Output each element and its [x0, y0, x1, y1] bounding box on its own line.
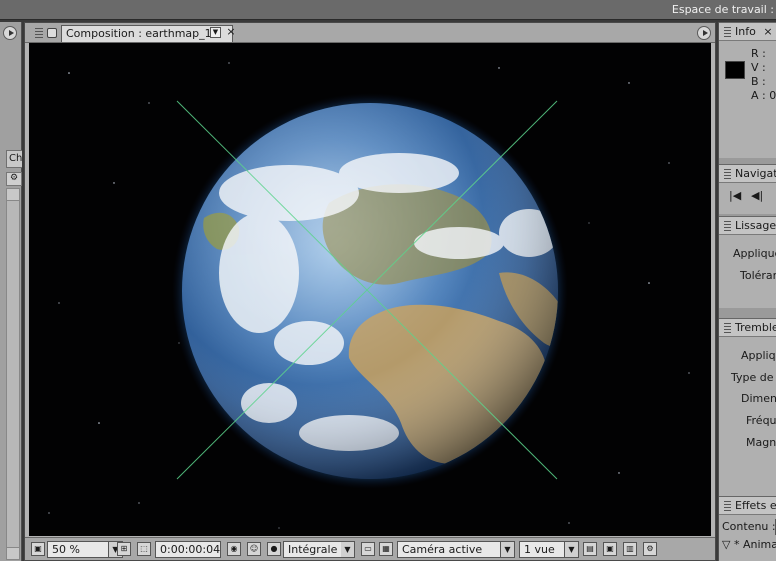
- composition-tab[interactable]: Composition : earthmap_1k: [61, 25, 233, 42]
- tremble-panel: Tremble Appliqu Type de b Dimens Fréqu M…: [719, 318, 776, 496]
- grip-icon[interactable]: [724, 169, 731, 179]
- lissage-title: Lissage: [735, 219, 776, 232]
- timecode-field[interactable]: 0:00:00:04: [155, 541, 221, 558]
- pixel-aspect-icon[interactable]: ▤: [583, 542, 597, 556]
- scroll-up-icon[interactable]: [7, 189, 19, 201]
- effects-animation-item[interactable]: ▽ * Animati: [722, 538, 776, 551]
- effects-title: Effets et: [735, 499, 776, 512]
- composition-tab-row: Composition : earthmap_1k ▼ ×: [25, 23, 715, 43]
- grip-icon[interactable]: [724, 27, 731, 37]
- previous-frame-icon[interactable]: ◀|: [751, 189, 763, 202]
- timeline-icon[interactable]: ▥: [623, 542, 637, 556]
- composition-panel: Composition : earthmap_1k ▼ × ▣ 50 % ▼ ⊞…: [24, 22, 716, 561]
- effects-panel: Effets et Contenu : ▽ * Animati: [719, 496, 776, 561]
- zoom-select[interactable]: 50 %: [47, 541, 109, 558]
- grip-icon[interactable]: [724, 323, 731, 333]
- scroll-down-icon[interactable]: [7, 547, 19, 559]
- left-scrollbar[interactable]: [6, 188, 20, 560]
- magnification-icon[interactable]: ▣: [31, 542, 45, 556]
- lissage-panel-header[interactable]: Lissage: [719, 217, 776, 235]
- first-frame-icon[interactable]: |◀: [729, 189, 741, 202]
- tremble-frequency-label: Fréqu: [746, 414, 776, 427]
- flowchart-view-icon[interactable]: ⚙: [643, 542, 657, 556]
- effects-panel-header[interactable]: Effets et: [719, 497, 776, 515]
- lissage-apply-label: Applique: [733, 247, 776, 260]
- top-bar: Espace de travail :: [0, 0, 776, 20]
- close-icon[interactable]: ×: [763, 25, 772, 38]
- effects-content-label: Contenu :: [722, 520, 776, 533]
- lissage-panel: Lissage Applique Toléran: [719, 216, 776, 308]
- grip-icon[interactable]: [35, 28, 43, 38]
- lissage-tolerance-label: Toléran: [740, 269, 776, 282]
- viewer-toolbar: ▣ 50 % ▼ ⊞ ⬚ 0:00:00:04 ◉ ☺ ● Intégrale …: [25, 537, 715, 560]
- tremble-magnitude-label: Magni: [746, 436, 776, 449]
- panel-menu-icon[interactable]: [697, 26, 711, 40]
- fast-preview-icon[interactable]: ▣: [603, 542, 617, 556]
- tremble-type-label: Type de b: [731, 371, 776, 384]
- navigation-title: Navigati: [735, 167, 776, 180]
- tremble-dimensions-label: Dimens: [741, 392, 776, 405]
- info-title: Info: [735, 25, 756, 38]
- snapshot-icon[interactable]: ◉: [227, 542, 241, 556]
- composition-dropdown-icon[interactable]: ▼: [210, 27, 221, 38]
- tremble-title: Tremble: [735, 321, 776, 334]
- camera-select[interactable]: Caméra active: [397, 541, 501, 558]
- safe-zones-icon[interactable]: ⊞: [117, 542, 131, 556]
- tremble-panel-header[interactable]: Tremble: [719, 319, 776, 337]
- left-panel-tab[interactable]: Ch: [6, 150, 22, 168]
- navigation-panel: Navigati |◀ ◀|: [719, 164, 776, 214]
- workspace-label[interactable]: Espace de travail :: [672, 3, 774, 16]
- grip-icon[interactable]: [724, 221, 731, 231]
- panel-menu-play-icon[interactable]: [3, 26, 17, 40]
- lock-icon[interactable]: [47, 28, 57, 38]
- mask-toggle-icon[interactable]: ⬚: [137, 542, 151, 556]
- transparency-grid-icon[interactable]: ▦: [379, 542, 393, 556]
- right-panel: Info × R : V : B : A : 0 Navigati |◀ ◀| …: [718, 22, 776, 561]
- grip-icon[interactable]: [724, 501, 731, 511]
- camera-dropdown-icon[interactable]: ▼: [501, 541, 515, 558]
- info-v-label: V :: [751, 61, 766, 74]
- tremble-apply-label: Appliqu: [741, 349, 776, 362]
- channels-icon[interactable]: ●: [267, 542, 281, 556]
- composition-viewer[interactable]: [29, 43, 711, 536]
- region-of-interest-icon[interactable]: ▭: [361, 542, 375, 556]
- info-r-label: R :: [751, 47, 766, 60]
- info-panel-header[interactable]: Info ×: [719, 23, 776, 41]
- left-panel: Ch ⚙: [0, 22, 22, 561]
- color-swatch: [725, 61, 745, 79]
- resolution-dropdown-icon[interactable]: ▼: [341, 541, 355, 558]
- info-a-label: A : 0: [751, 89, 776, 102]
- navigation-panel-header[interactable]: Navigati: [719, 165, 776, 183]
- flowchart-icon[interactable]: ⚙: [6, 172, 22, 186]
- views-select[interactable]: 1 vue: [519, 541, 565, 558]
- info-panel: Info × R : V : B : A : 0: [719, 22, 776, 158]
- show-snapshot-icon[interactable]: ☺: [247, 542, 261, 556]
- info-b-label: B :: [751, 75, 766, 88]
- earth-render: [48, 62, 690, 529]
- views-dropdown-icon[interactable]: ▼: [565, 541, 579, 558]
- effects-animation-label: * Animati: [733, 538, 776, 551]
- close-tab-icon[interactable]: ×: [225, 26, 237, 38]
